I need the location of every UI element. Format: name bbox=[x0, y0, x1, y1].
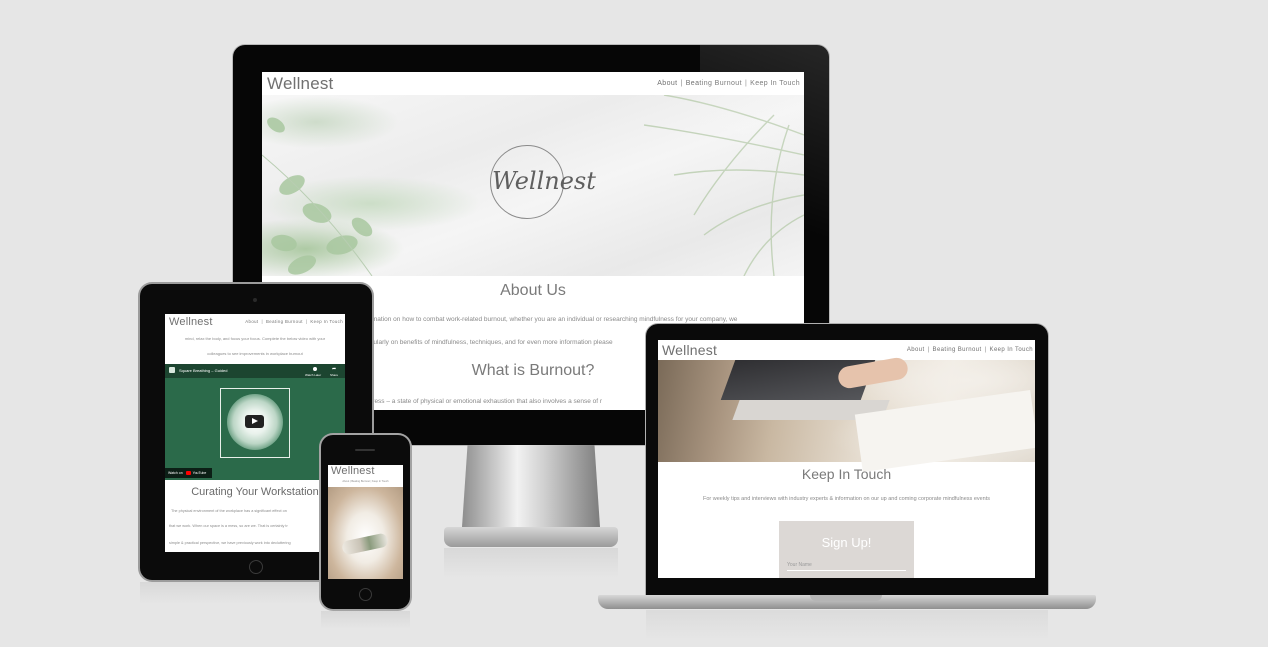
photo-sage-bundle bbox=[341, 532, 389, 556]
video-embed[interactable]: Square Breathing – Guided Watch Later Sh… bbox=[165, 364, 345, 480]
signup-heading: Sign Up! bbox=[821, 535, 872, 550]
laptop-nav-keep[interactable]: Keep In Touch bbox=[990, 347, 1033, 353]
nav-about-link[interactable]: About bbox=[657, 80, 677, 87]
laptop-navbar: Wellnest About | Beating Burnout | Keep In T… bbox=[658, 340, 1035, 360]
curating-text-line-1: The physical environment of the workplac… bbox=[171, 509, 287, 513]
monitor-glare bbox=[700, 45, 829, 325]
curating-text-line-2: that we work. When our space is a mess, … bbox=[169, 524, 288, 528]
burnout-text: ... stress – a state of physical or emot… bbox=[360, 398, 603, 405]
laptop-notch bbox=[810, 595, 882, 601]
watch-later-icon bbox=[313, 367, 317, 371]
signup-form: Sign Up! Your Name bbox=[779, 521, 914, 578]
about-text-line-2: regularly on benefits of mindfulness, te… bbox=[364, 339, 613, 346]
eucalyptus-leaves-decoration bbox=[262, 117, 373, 276]
tablet-nav-links: About | Beating Burnout | Keep In Touch bbox=[245, 319, 343, 324]
watch-on-youtube-button[interactable]: Watch on YouTube bbox=[165, 468, 212, 478]
tablet-home-button[interactable] bbox=[249, 560, 263, 574]
tablet-intro-line-2: colleagues to see improvements in workpl… bbox=[207, 351, 303, 356]
phone-nav-links[interactable]: About | Beating Burnout | Keep In Touch bbox=[328, 480, 403, 483]
laptop-hero-photo bbox=[658, 356, 1035, 473]
curating-workstation-heading: Curating Your Workstation bbox=[191, 486, 319, 498]
tablet-camera bbox=[253, 298, 257, 302]
youtube-play-button[interactable] bbox=[245, 415, 264, 428]
share-button[interactable]: Share bbox=[330, 373, 338, 377]
phone-brand-logo[interactable]: Wellnest bbox=[331, 465, 375, 477]
phone-screen: Wellnest About | Beating Burnout | Keep … bbox=[328, 465, 403, 579]
curating-text-line-3: simple & practical perspective, we have … bbox=[169, 541, 291, 545]
laptop-nav-burnout[interactable]: Beating Burnout bbox=[933, 347, 982, 353]
laptop-nav-links: About | Beating Burnout | Keep In Touch bbox=[906, 347, 1033, 353]
tablet-nav-keep[interactable]: Keep In Touch bbox=[310, 319, 343, 324]
tablet-navbar: Wellnest About | Beating Burnout | Keep In T… bbox=[165, 314, 345, 329]
phone-speaker bbox=[355, 449, 375, 451]
monitor-base bbox=[444, 527, 618, 547]
monitor-stand bbox=[462, 445, 600, 527]
tablet-nav-burnout[interactable]: Beating Burnout bbox=[266, 319, 303, 324]
about-text-line-1: ... information on how to combat work-re… bbox=[352, 316, 738, 323]
phone-home-button[interactable] bbox=[359, 588, 372, 601]
brand-logo[interactable]: Wellnest bbox=[267, 74, 333, 94]
video-channel-icon bbox=[169, 367, 175, 373]
tablet-nav-about[interactable]: About bbox=[245, 319, 258, 324]
monitor-reflection bbox=[444, 548, 618, 578]
youtube-logo-icon bbox=[185, 471, 191, 475]
video-title[interactable]: Square Breathing – Guided bbox=[179, 368, 227, 373]
keep-in-touch-text: For weekly tips and interviews with indu… bbox=[702, 496, 991, 502]
laptop-reflection bbox=[646, 610, 1048, 640]
name-input[interactable]: Your Name bbox=[787, 562, 906, 571]
tablet-brand-logo[interactable]: Wellnest bbox=[169, 316, 213, 328]
phone-reflection bbox=[321, 611, 410, 629]
watch-later-button[interactable]: Watch Later bbox=[305, 373, 321, 377]
share-icon: ➦ bbox=[332, 366, 337, 372]
tablet-intro-line-1: mind, relax the body, and focus your foc… bbox=[184, 336, 326, 341]
hero-logo-script: Wellnest bbox=[492, 167, 596, 195]
laptop-screen: Wellnest About | Beating Burnout | Keep In T… bbox=[658, 340, 1035, 578]
keep-in-touch-heading: Keep In Touch bbox=[801, 466, 892, 482]
tablet-screen: Wellnest About | Beating Burnout | Keep In T… bbox=[165, 314, 345, 552]
youtube-label: YouTube bbox=[192, 471, 207, 475]
phone-hero-photo bbox=[328, 487, 403, 579]
laptop-brand-logo[interactable]: Wellnest bbox=[662, 342, 717, 358]
laptop-nav-about[interactable]: About bbox=[907, 347, 925, 353]
watch-on-label: Watch on bbox=[168, 471, 183, 475]
